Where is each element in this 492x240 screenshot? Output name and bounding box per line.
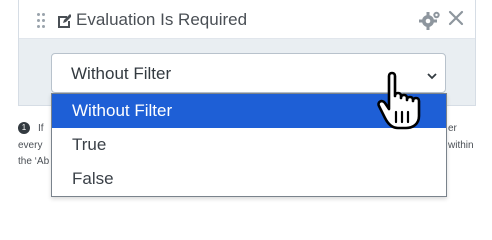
close-icon[interactable] <box>448 10 464 26</box>
hand-pointer-cursor-icon <box>376 70 432 132</box>
gear-icon[interactable] <box>419 10 441 30</box>
help-text-fragment: every <box>18 140 43 151</box>
panel-title: Evaluation Is Required <box>76 10 248 29</box>
help-text-fragment: the ‘Ab <box>18 156 50 167</box>
help-text-fragment: If <box>38 123 44 134</box>
option-false[interactable]: False <box>52 162 446 196</box>
select-current-value: Without Filter <box>71 64 172 83</box>
help-text-fragment: er <box>448 123 457 134</box>
help-text-fragment: within <box>448 140 474 151</box>
option-true[interactable]: True <box>52 128 446 162</box>
help-number-badge: 1 <box>18 122 34 134</box>
drag-handle-icon[interactable] <box>37 13 46 29</box>
panel-header: Evaluation Is Required <box>19 0 475 39</box>
edit-pencil-icon <box>57 14 72 28</box>
